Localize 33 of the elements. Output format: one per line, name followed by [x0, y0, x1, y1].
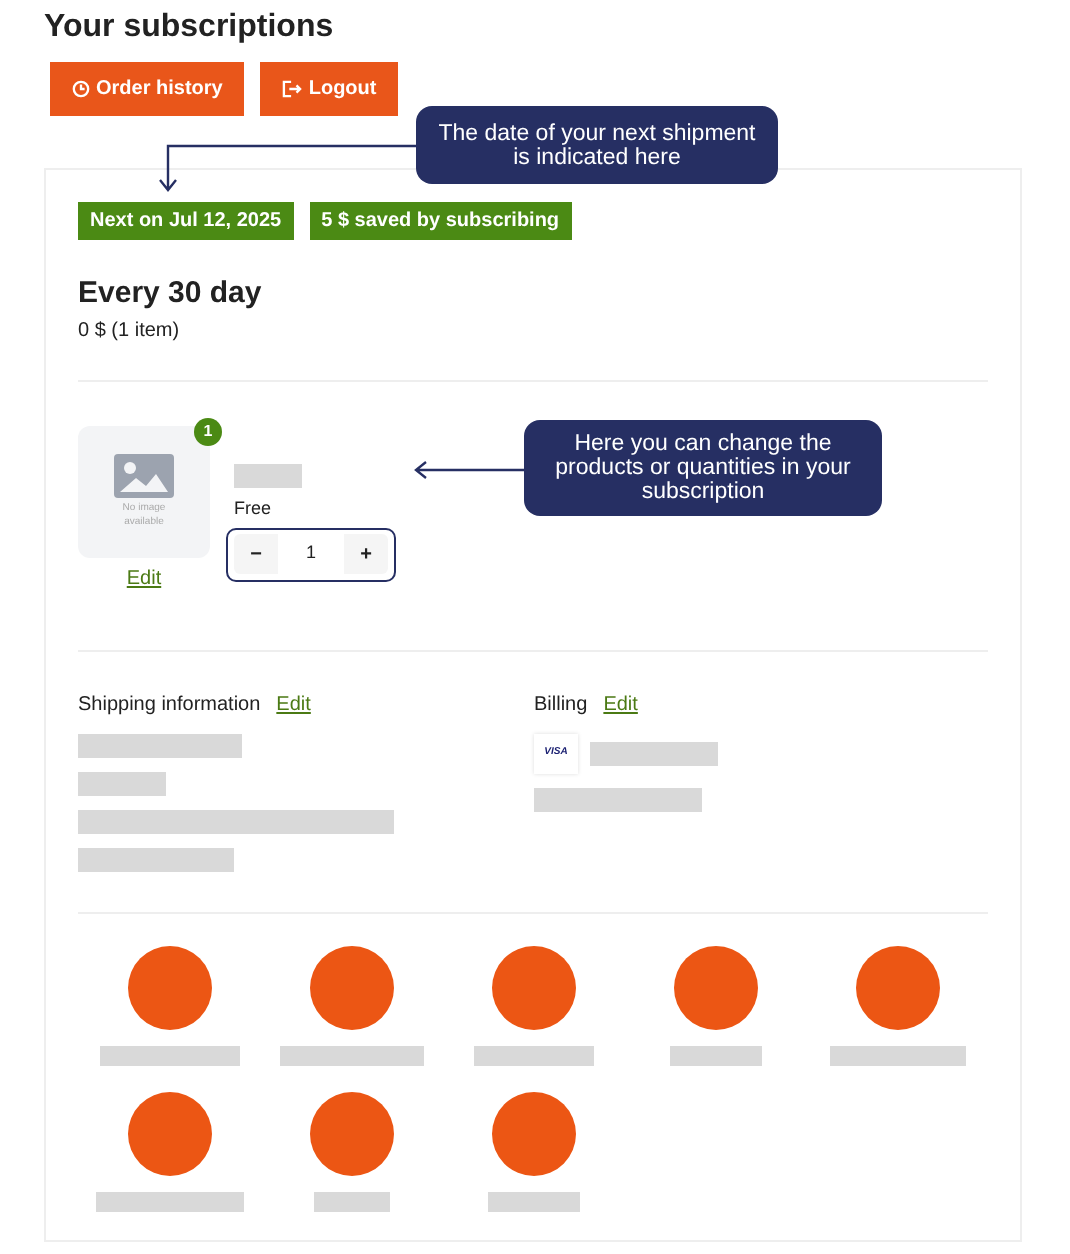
- redacted-text: [590, 742, 718, 766]
- quantity-badge: 1: [194, 418, 222, 446]
- image-icon: [114, 454, 174, 498]
- section-label: Billing: [534, 692, 588, 720]
- edit-link[interactable]: Edit: [603, 690, 638, 720]
- edit-link[interactable]: Edit: [126, 564, 162, 594]
- section-label: Shipping information: [78, 692, 261, 720]
- increment-button[interactable]: +: [344, 539, 388, 569]
- callout-bubble: The date of your next shipment is indicated here: [416, 106, 778, 184]
- clock-icon: [72, 80, 90, 98]
- redacted-text: [487, 1192, 579, 1212]
- redacted-text: [473, 1046, 593, 1066]
- redacted-text: [313, 1192, 389, 1212]
- logout-icon: [282, 80, 303, 98]
- quantity-value: 1: [278, 534, 344, 574]
- logout-button[interactable]: Logout: [260, 62, 399, 116]
- page-title: Your subscriptions: [44, 8, 336, 48]
- redacted-text: [279, 1046, 423, 1066]
- redacted-text: [78, 772, 166, 796]
- redacted-text: [99, 1046, 239, 1066]
- status-badge: Next on Jul 12, 2025: [78, 202, 294, 240]
- callout-bubble: Here you can change the products or quantities in your subscription: [524, 420, 882, 516]
- subscription-summary: 0 $ (1 item): [78, 318, 182, 346]
- order-history-button[interactable]: Order history: [50, 62, 245, 116]
- redacted-text: [234, 464, 302, 488]
- redacted-text: [829, 1046, 965, 1066]
- subscription-title: Every 30 day: [78, 276, 264, 312]
- redacted-text: [669, 1046, 761, 1066]
- status-badge: 5 $ saved by subscribing: [309, 202, 572, 240]
- price-text: Free: [234, 496, 274, 522]
- edit-link[interactable]: Edit: [276, 690, 311, 720]
- decrement-button[interactable]: −: [234, 539, 278, 569]
- callout-arrow: [412, 460, 528, 480]
